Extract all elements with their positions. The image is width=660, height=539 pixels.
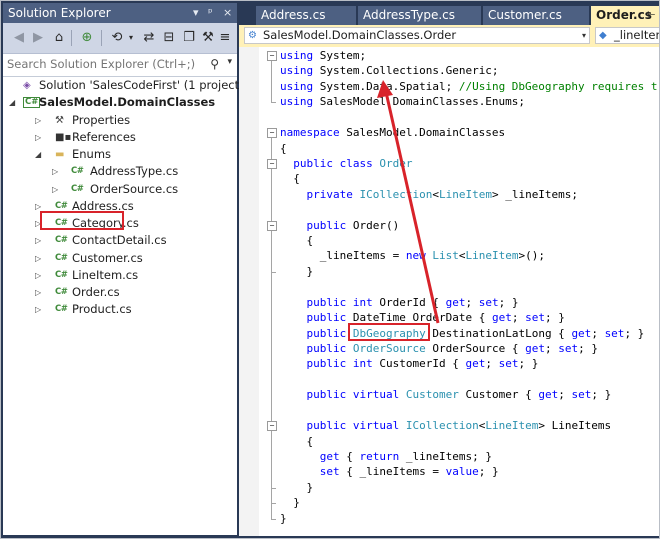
- ide-window: Solution Explorer ▾ ᵖ × ◀ ▶ ⌂ ⊕ ⟲ ▾ ⇄ ⊟ …: [0, 0, 660, 539]
- annotation-arrow: [377, 80, 440, 324]
- arrow-shaft: [384, 91, 440, 324]
- arrow-head: [377, 80, 393, 98]
